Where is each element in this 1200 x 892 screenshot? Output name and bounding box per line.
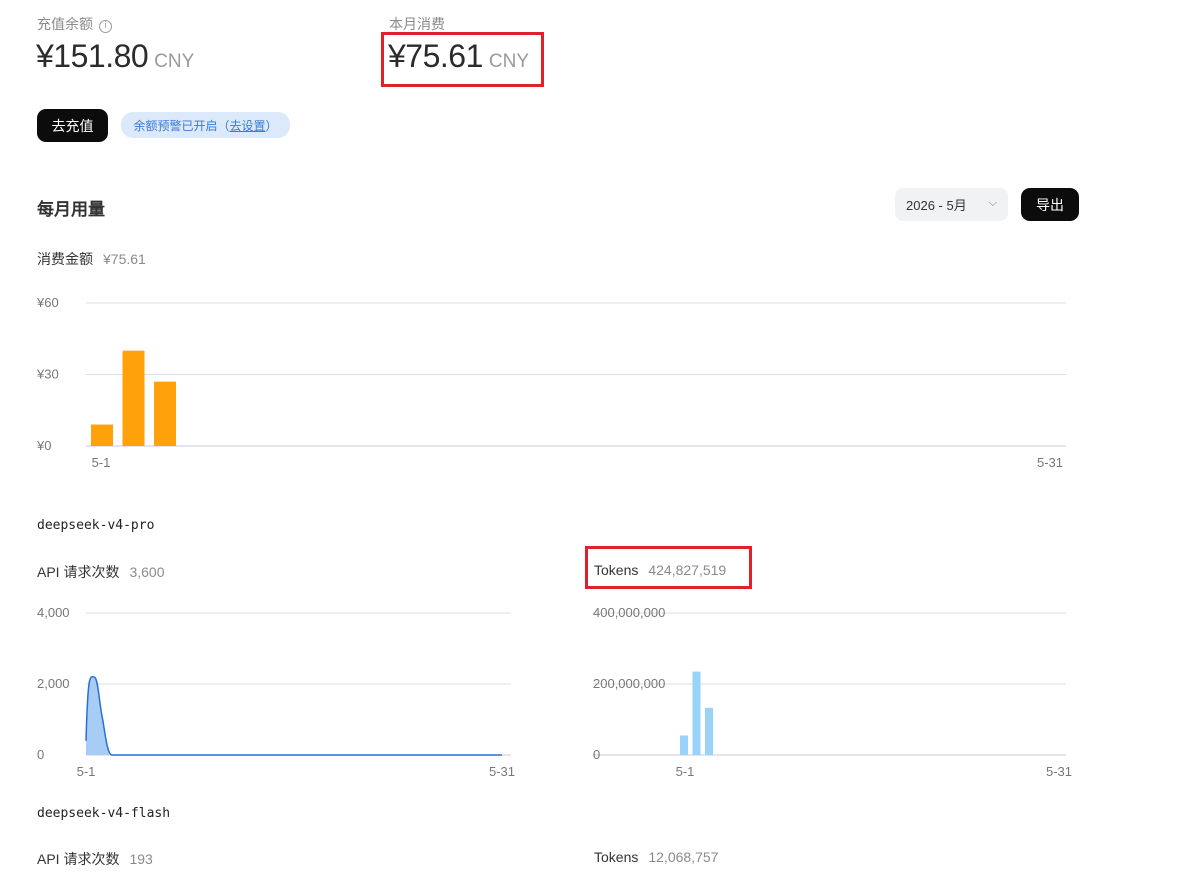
spend-bar[interactable]	[91, 424, 113, 446]
requests-x-tick-start: 5-1	[77, 764, 96, 779]
spend-x-tick-start: 5-1	[92, 455, 111, 470]
tokens-bar[interactable]	[692, 671, 701, 755]
chevron-down-icon: ⌵	[988, 197, 997, 209]
tokens-bar[interactable]	[680, 735, 688, 755]
balance-label: 充值余额 i	[37, 14, 112, 34]
tokens-x-tick-start: 5-1	[676, 764, 695, 779]
balance-amount: ¥151.80 CNY	[36, 38, 195, 74]
pro-requests-summary: API 请求次数 3,600	[37, 564, 165, 580]
flash-tokens-summary: Tokens 12,068,757	[594, 849, 719, 865]
month-selector[interactable]: 2026 - 5月 ⌵	[895, 188, 1008, 221]
tokens-x-tick-end: 5-31	[1046, 764, 1072, 779]
model-name-flash: deepseek-v4-flash	[37, 806, 171, 821]
requests-area-fill	[86, 676, 502, 755]
spend-bar[interactable]	[122, 350, 145, 446]
monthly-usage-title: 每月用量	[37, 200, 105, 219]
tokens-bar[interactable]	[705, 707, 713, 755]
spend-y-tick: ¥0	[36, 438, 51, 453]
spend-y-tick: ¥30	[36, 367, 59, 382]
pro-tokens-summary: Tokens 424,827,519	[594, 562, 727, 578]
requests-x-tick-end: 5-31	[489, 764, 515, 779]
info-icon[interactable]: i	[99, 20, 112, 33]
flash-requests-summary: API 请求次数 193	[37, 851, 153, 867]
spend-y-tick: ¥60	[36, 295, 59, 310]
month-spend-amount: ¥75.61 CNY	[388, 38, 529, 74]
export-button[interactable]: 导出	[1021, 188, 1079, 221]
tokens-y-tick: 200,000,000	[593, 676, 665, 691]
requests-y-tick: 4,000	[37, 605, 70, 620]
pro-requests-area-chart: 0 2,000 4,000 5-1 5-31	[37, 605, 515, 779]
balance-unit: CNY	[154, 51, 195, 72]
pro-tokens-bar-chart: 0 200,000,000 400,000,000 5-1 5-31	[593, 605, 1072, 779]
requests-y-tick: 2,000	[37, 676, 70, 691]
tokens-y-tick: 400,000,000	[593, 605, 665, 620]
spend-x-tick-end: 5-31	[1037, 455, 1063, 470]
requests-y-tick: 0	[37, 747, 44, 762]
model-name-pro: deepseek-v4-pro	[37, 518, 155, 533]
spend-summary: 消费金额 ¥75.61	[37, 251, 146, 267]
month-spend-unit: CNY	[488, 51, 529, 72]
month-spend-label: 本月消费	[389, 16, 445, 32]
spend-bar[interactable]	[154, 381, 176, 446]
alert-settings-link[interactable]: 去设置	[229, 117, 265, 134]
spend-bar-chart: ¥0 ¥30 ¥60 5-1 5-31	[36, 295, 1066, 470]
tokens-y-tick: 0	[593, 747, 600, 762]
requests-series-line[interactable]	[85, 676, 502, 756]
balance-alert-pill: 余额预警已开启（ 去设置）	[121, 112, 290, 138]
recharge-button[interactable]: 去充值	[37, 109, 108, 142]
